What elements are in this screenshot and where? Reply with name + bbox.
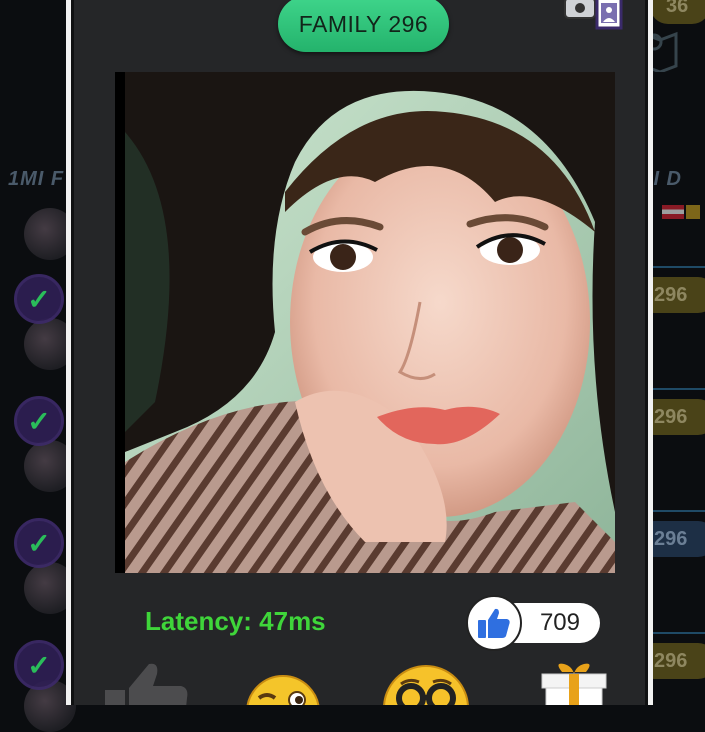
wink-emoji-icon[interactable]: [243, 672, 323, 705]
like-count: 709: [539, 609, 580, 636]
bg-header-left: 1MI F: [8, 168, 65, 190]
verified-check-icon: ✓: [14, 518, 64, 568]
profile-photo[interactable]: [115, 72, 615, 573]
thumbs-up-icon[interactable]: [466, 595, 522, 651]
bg-count-badge: 36: [650, 0, 705, 24]
family-title-badge[interactable]: FAMILY 296: [278, 0, 449, 52]
family-title: FAMILY 296: [298, 10, 429, 37]
flag-icon: [662, 205, 684, 219]
flag-icon: [686, 205, 700, 219]
nerd-emoji-icon[interactable]: [381, 662, 471, 705]
report-photo-icon[interactable]: [563, 0, 623, 32]
like-counter[interactable]: 709: [466, 595, 600, 651]
thumbs-up-icon[interactable]: [101, 658, 191, 705]
verified-check-icon: ✓: [14, 274, 64, 324]
verified-check-icon: ✓: [14, 640, 64, 690]
gift-icon[interactable]: [536, 662, 612, 705]
profile-modal: FAMILY 296 Latency: 47ms 709: [66, 0, 653, 705]
latency-label: Latency: 47ms: [145, 606, 326, 636]
verified-check-icon: ✓: [14, 396, 64, 446]
